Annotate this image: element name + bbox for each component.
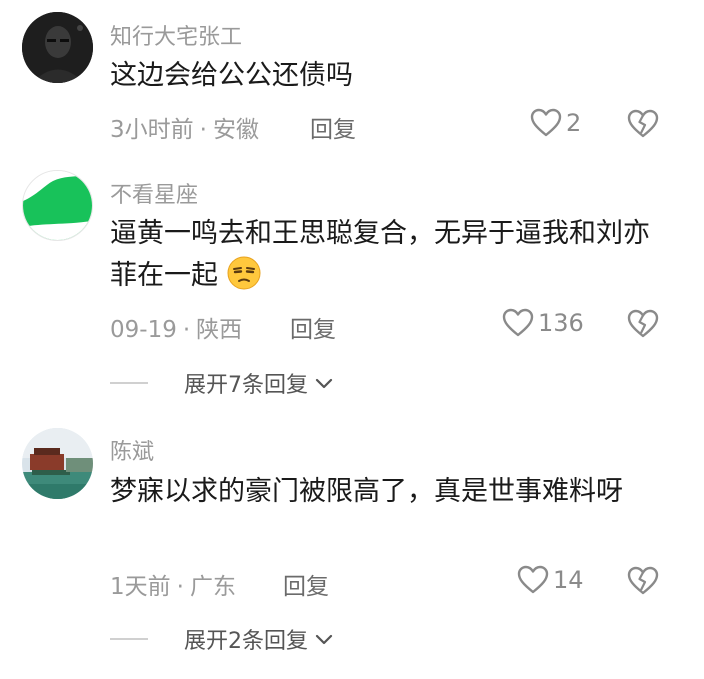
chevron-down-icon (315, 378, 333, 389)
comment-meta: 09-19 · 陕西 (110, 310, 242, 344)
meta-separator: · (199, 117, 207, 143)
heart-outline-icon (530, 108, 562, 137)
comment-time: 3小时前 (110, 117, 194, 143)
reply-button[interactable]: 回复 (290, 310, 336, 344)
comment-author[interactable]: 不看星座 (110, 177, 198, 209)
like-button[interactable]: 2 (530, 108, 581, 138)
comment-location: 陕西 (196, 317, 243, 343)
comment-location: 广东 (189, 574, 236, 600)
broken-heart-icon[interactable] (627, 309, 659, 339)
comment-time: 09-19 (110, 317, 177, 343)
heart-outline-icon (517, 565, 549, 594)
comment-text: 梦寐以求的豪门被限高了，真是世事难料呀 (110, 476, 623, 507)
comment-author[interactable]: 知行大宅张工 (110, 19, 242, 51)
comment-location: 安徽 (212, 117, 259, 143)
expand-replies-label: 展开2条回复 (184, 629, 308, 654)
meta-separator: · (182, 317, 191, 343)
expand-replies-label: 展开7条回复 (184, 373, 308, 398)
like-button[interactable]: 136 (502, 308, 584, 338)
comment-meta: 1天前 · 广东 (110, 567, 236, 601)
unamused-face-emoji (227, 256, 261, 290)
avatar[interactable] (22, 428, 93, 499)
like-button[interactable]: 14 (517, 565, 584, 595)
meta-separator: · (176, 574, 184, 600)
expand-replies-button[interactable]: 展开2条回复 (110, 623, 334, 655)
avatar[interactable] (22, 12, 93, 83)
like-count: 2 (566, 109, 582, 137)
reply-button[interactable]: 回复 (283, 567, 329, 601)
reply-button[interactable]: 回复 (310, 110, 356, 144)
broken-heart-icon[interactable] (627, 566, 659, 596)
divider-line (110, 638, 148, 640)
heart-outline-icon (502, 308, 534, 337)
like-count: 14 (553, 566, 584, 594)
comment-text: 逼黄一鸣去和王思聪复合，无异于逼我和刘亦菲在一起 (110, 218, 650, 291)
like-count: 136 (538, 309, 584, 337)
expand-replies-button[interactable]: 展开7条回复 (110, 367, 334, 399)
comment-text: 这边会给公公还债吗 (110, 60, 353, 91)
divider-line (110, 382, 148, 384)
broken-heart-icon[interactable] (627, 109, 659, 139)
comment-time: 1天前 (110, 574, 171, 600)
comment-author[interactable]: 陈斌 (110, 434, 154, 466)
comment-meta: 3小时前 · 安徽 (110, 110, 259, 144)
chevron-down-icon (315, 634, 333, 645)
avatar[interactable] (22, 170, 93, 241)
